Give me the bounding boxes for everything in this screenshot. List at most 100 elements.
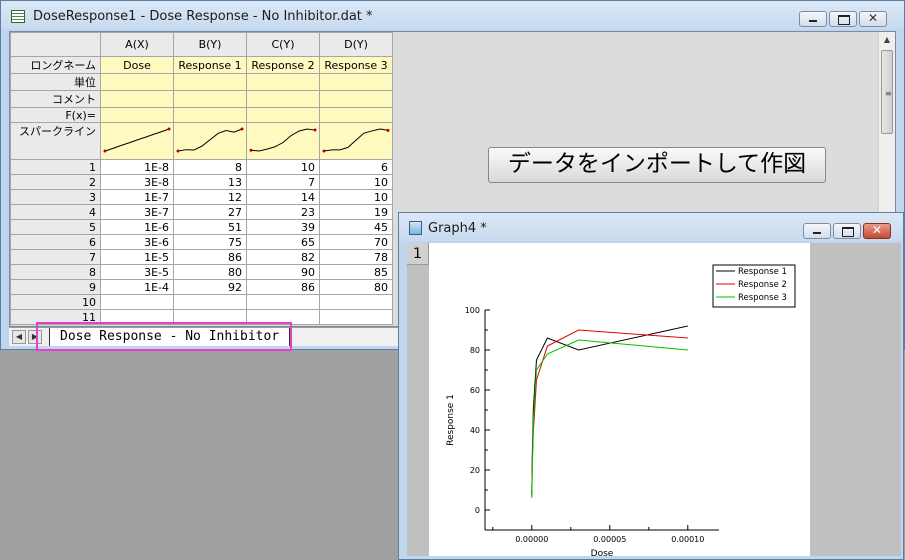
table-row[interactable]: 10 [10, 294, 393, 310]
column-header-c[interactable]: C(Y) [246, 32, 320, 57]
units-cell[interactable] [173, 73, 247, 91]
graph-page[interactable]: 0 20 40 60 80 100 0.00000 0.00005 0.00010 Dose Res… [429, 243, 810, 556]
column-header-a[interactable]: A(X) [100, 32, 174, 57]
maximize-button[interactable] [829, 11, 857, 27]
table-cell[interactable]: 3E-7 [100, 204, 174, 220]
long-name-cell[interactable]: Response 3 [319, 56, 393, 74]
table-cell[interactable]: 7 [246, 174, 320, 190]
row-number[interactable]: 1 [10, 159, 101, 175]
table-cell[interactable]: 65 [246, 234, 320, 250]
table-cell[interactable] [100, 294, 174, 310]
long-name-cell[interactable]: Dose [100, 56, 174, 74]
row-number[interactable]: 8 [10, 264, 101, 280]
row-number[interactable]: 4 [10, 204, 101, 220]
row-number[interactable]: 7 [10, 249, 101, 265]
formula-cell[interactable] [319, 107, 393, 123]
scroll-up-icon[interactable]: ▲ [879, 32, 895, 48]
table-cell[interactable]: 80 [319, 279, 393, 295]
long-name-cell[interactable]: Response 2 [246, 56, 320, 74]
table-row[interactable]: 2 3E-8 13 7 10 [10, 174, 393, 190]
comment-cell[interactable] [100, 90, 174, 108]
row-label-units[interactable]: 単位 [10, 73, 101, 91]
sparkline-cell-c[interactable] [246, 122, 320, 160]
graph-title-bar[interactable]: Graph4 * ✕ [399, 213, 903, 241]
import-and-plot-button[interactable]: データをインポートして作図 [488, 147, 826, 183]
graph-close-button[interactable]: ✕ [863, 223, 891, 239]
table-cell[interactable]: 92 [173, 279, 247, 295]
long-name-cell[interactable]: Response 1 [173, 56, 247, 74]
comment-cell[interactable] [246, 90, 320, 108]
tab-next-icon[interactable]: ▶ [28, 330, 42, 344]
table-cell[interactable]: 10 [246, 159, 320, 175]
row-label-comments[interactable]: コメント [10, 90, 101, 108]
row-number[interactable]: 6 [10, 234, 101, 250]
table-row[interactable]: 7 1E-5 86 82 78 [10, 249, 393, 265]
table-cell[interactable]: 23 [246, 204, 320, 220]
tab-prev-icon[interactable]: ◀ [12, 330, 26, 344]
table-cell[interactable] [246, 309, 320, 325]
minimize-button[interactable] [799, 11, 827, 27]
table-cell[interactable] [100, 309, 174, 325]
units-cell[interactable] [319, 73, 393, 91]
table-cell[interactable]: 3E-8 [100, 174, 174, 190]
sparkline-cell-b[interactable] [173, 122, 247, 160]
column-header-d[interactable]: D(Y) [319, 32, 393, 57]
table-cell[interactable]: 45 [319, 219, 393, 235]
table-cell[interactable]: 86 [246, 279, 320, 295]
table-cell[interactable]: 14 [246, 189, 320, 205]
table-cell[interactable] [246, 294, 320, 310]
table-row[interactable]: 4 3E-7 27 23 19 [10, 204, 393, 220]
table-cell[interactable]: 70 [319, 234, 393, 250]
row-number[interactable]: 2 [10, 174, 101, 190]
table-cell[interactable]: 3E-6 [100, 234, 174, 250]
table-cell[interactable]: 1E-6 [100, 219, 174, 235]
table-cell[interactable]: 85 [319, 264, 393, 280]
table-cell[interactable]: 19 [319, 204, 393, 220]
table-cell[interactable] [173, 294, 247, 310]
sparkline-cell-d[interactable] [319, 122, 393, 160]
scroll-thumb[interactable]: ≡ [881, 50, 893, 134]
table-cell[interactable]: 27 [173, 204, 247, 220]
table-row[interactable]: 9 1E-4 92 86 80 [10, 279, 393, 295]
table-cell[interactable]: 78 [319, 249, 393, 265]
table-cell[interactable]: 1E-7 [100, 189, 174, 205]
table-cell[interactable]: 90 [246, 264, 320, 280]
formula-cell[interactable] [246, 107, 320, 123]
row-number[interactable]: 5 [10, 219, 101, 235]
formula-cell[interactable] [100, 107, 174, 123]
table-cell[interactable]: 8 [173, 159, 247, 175]
table-row[interactable]: 5 1E-6 51 39 45 [10, 219, 393, 235]
sheet-tab-dose-response[interactable]: Dose Response - No Inhibitor [49, 328, 291, 346]
table-cell[interactable]: 82 [246, 249, 320, 265]
line-chart[interactable]: 0 20 40 60 80 100 0.00000 0.00005 0.00010 Dose Res… [429, 243, 810, 556]
formula-cell[interactable] [173, 107, 247, 123]
row-label-sparklines[interactable]: スパークライン [10, 122, 101, 160]
row-label-long-name[interactable]: ロングネーム [10, 56, 101, 74]
table-row[interactable]: 11 [10, 309, 393, 325]
table-cell[interactable]: 86 [173, 249, 247, 265]
table-cell[interactable] [173, 309, 247, 325]
table-cell[interactable]: 1E-4 [100, 279, 174, 295]
comment-cell[interactable] [173, 90, 247, 108]
units-cell[interactable] [100, 73, 174, 91]
close-button[interactable]: ✕ [859, 11, 887, 27]
sparkline-cell-a[interactable] [100, 122, 174, 160]
table-cell[interactable]: 13 [173, 174, 247, 190]
table-cell[interactable]: 80 [173, 264, 247, 280]
table-cell[interactable]: 75 [173, 234, 247, 250]
table-cell[interactable]: 1E-8 [100, 159, 174, 175]
graph-window[interactable]: Graph4 * ✕ 0 20 40 60 80 100 0.00000 0.00005 0.0… [398, 212, 904, 560]
table-cell[interactable] [319, 309, 393, 325]
units-cell[interactable] [246, 73, 320, 91]
worksheet-grid[interactable]: A(X) B(Y) C(Y) D(Y) ロングネーム Dose Response… [10, 32, 393, 325]
corner-cell[interactable] [10, 32, 101, 57]
table-cell[interactable]: 10 [319, 174, 393, 190]
table-cell[interactable]: 51 [173, 219, 247, 235]
row-number[interactable]: 3 [10, 189, 101, 205]
layer-indicator[interactable]: 1 [407, 243, 429, 265]
graph-maximize-button[interactable] [833, 223, 861, 239]
graph-minimize-button[interactable] [803, 223, 831, 239]
comment-cell[interactable] [319, 90, 393, 108]
table-row[interactable]: 6 3E-6 75 65 70 [10, 234, 393, 250]
table-row[interactable]: 3 1E-7 12 14 10 [10, 189, 393, 205]
